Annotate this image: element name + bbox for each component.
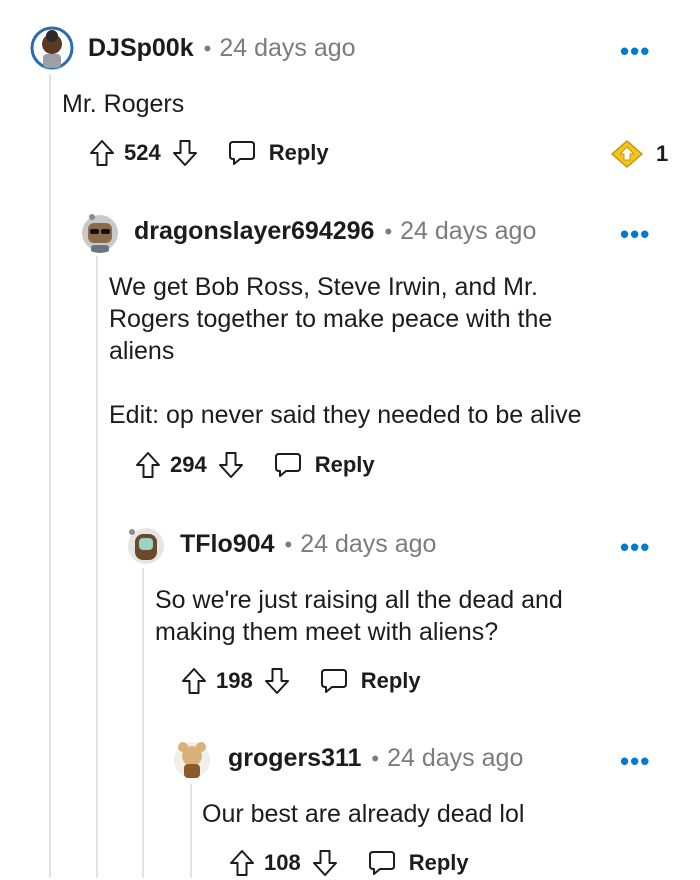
reply-button[interactable]: Reply	[227, 139, 329, 167]
avatar[interactable]	[170, 736, 214, 780]
more-options-button[interactable]: •••	[620, 532, 650, 563]
speech-bubble-icon	[320, 669, 347, 693]
comment-body: Mr. Rogers	[62, 90, 185, 118]
reply-label: Reply	[360, 668, 421, 693]
comment-grogers311: grogers311 • 24 days ago ••• Our best ar…	[0, 722, 700, 878]
comment-tflo904: TFlo904 • 24 days ago ••• So we're just …	[0, 508, 700, 708]
separator-dot: •	[203, 35, 212, 61]
vote-count: 198	[216, 668, 253, 693]
reply-button[interactable]: Reply	[273, 451, 375, 479]
username[interactable]: DJSp00k	[88, 34, 194, 63]
vote-count: 524	[124, 140, 161, 165]
reply-button[interactable]: Reply	[319, 667, 421, 695]
more-options-button[interactable]: •••	[620, 219, 650, 250]
upvote-arrow-icon[interactable]	[88, 138, 116, 168]
award-badge[interactable]: 1	[610, 139, 668, 169]
username[interactable]: TFlo904	[180, 530, 274, 559]
timestamp[interactable]: 24 days ago	[400, 217, 536, 246]
reply-label: Reply	[408, 850, 469, 875]
reply-label: Reply	[314, 452, 375, 477]
downvote-arrow-icon[interactable]	[311, 848, 339, 878]
separator-dot: •	[284, 531, 293, 557]
vote-count: 108	[264, 850, 301, 875]
award-count: 1	[656, 141, 669, 166]
separator-dot: •	[371, 745, 380, 771]
downvote-arrow-icon[interactable]	[171, 138, 199, 168]
comment-body: Our best are already dead lol	[202, 800, 525, 828]
avatar[interactable]	[124, 522, 168, 566]
separator-dot: •	[384, 218, 393, 244]
speech-bubble-icon	[368, 851, 395, 875]
comment-djsp00k: DJSp00k • 24 days ago ••• Mr. Rogers 524…	[0, 0, 700, 180]
downvote-arrow-icon[interactable]	[217, 450, 245, 480]
upvote-arrow-icon[interactable]	[134, 450, 162, 480]
speech-bubble-icon	[228, 141, 255, 165]
comment-actions: 198 Reply	[180, 664, 421, 698]
avatar[interactable]	[78, 209, 122, 253]
award-icon	[610, 140, 644, 168]
comment-body: We get Bob Ross, Steve Irwin, and Mr. Ro…	[109, 273, 582, 429]
reply-button[interactable]: Reply	[367, 849, 469, 877]
upvote-arrow-icon[interactable]	[228, 848, 256, 878]
upvote-arrow-icon[interactable]	[180, 666, 208, 696]
comment-actions: 108 Reply	[228, 846, 469, 880]
more-options-button[interactable]: •••	[620, 746, 650, 777]
comment-actions: 524 Reply	[88, 136, 329, 170]
username[interactable]: grogers311	[228, 744, 361, 773]
timestamp[interactable]: 24 days ago	[219, 34, 355, 63]
comment-dragonslayer694296: dragonslayer694296 • 24 days ago ••• We …	[0, 195, 700, 495]
timestamp[interactable]: 24 days ago	[387, 744, 523, 773]
downvote-arrow-icon[interactable]	[263, 666, 291, 696]
speech-bubble-icon	[274, 453, 301, 477]
timestamp[interactable]: 24 days ago	[300, 530, 436, 559]
vote-count: 294	[170, 452, 207, 477]
username[interactable]: dragonslayer694296	[134, 217, 374, 246]
avatar[interactable]	[30, 26, 74, 70]
more-options-button[interactable]: •••	[620, 36, 650, 67]
comment-body: So we're just raising all the dead and m…	[155, 586, 563, 646]
reply-label: Reply	[268, 140, 329, 165]
comment-actions: 294 Reply	[134, 448, 375, 482]
